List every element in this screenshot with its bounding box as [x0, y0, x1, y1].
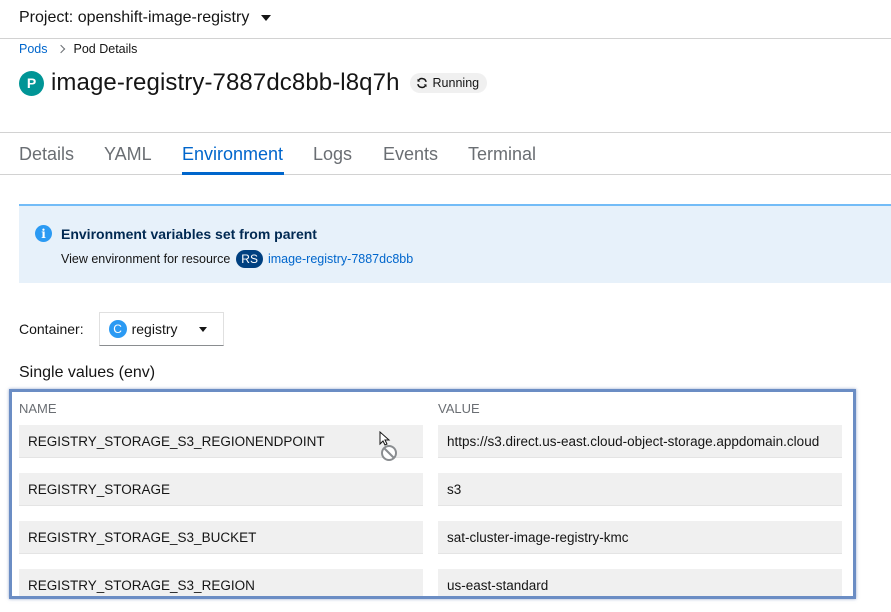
breadcrumb-current: Pod Details — [73, 42, 138, 56]
name-column-header: NAME — [19, 401, 57, 416]
env-name-field[interactable]: REGISTRY_STORAGE_S3_REGIONENDPOINT — [19, 425, 423, 458]
sync-icon — [416, 77, 427, 89]
project-bar: Project: openshift-image-registry — [0, 0, 891, 39]
pod-resource-badge: P — [19, 70, 44, 96]
env-name-field[interactable]: REGISTRY_STORAGE — [19, 473, 423, 506]
env-value-field[interactable]: us-east-standard — [438, 569, 842, 596]
container-row: Container: C registry — [19, 312, 224, 346]
env-name-field[interactable]: REGISTRY_STORAGE_S3_REGION — [19, 569, 423, 596]
container-dropdown[interactable]: C registry — [98, 312, 224, 346]
active-tab-indicator — [182, 172, 284, 175]
section-heading: Single values (env) — [19, 364, 156, 381]
breadcrumb-pods-link[interactable]: Pods — [19, 42, 48, 56]
table-row: REGISTRY_STORAGE_S3_REGION us-east-stand… — [19, 569, 845, 596]
env-value-field[interactable]: s3 — [438, 473, 842, 506]
project-label: Project: openshift-image-registry — [19, 9, 250, 26]
info-icon: i — [35, 225, 52, 242]
value-column-header: VALUE — [438, 401, 480, 416]
caret-down-icon — [198, 326, 207, 332]
container-badge: C — [108, 320, 127, 338]
env-name-field[interactable]: REGISTRY_STORAGE_S3_BUCKET — [19, 521, 423, 554]
tab-yaml[interactable]: YAML — [104, 144, 152, 165]
replicaset-badge: RS — [236, 250, 263, 268]
status-text: Running — [432, 76, 480, 90]
project-selector[interactable]: Project: openshift-image-registry — [19, 7, 272, 29]
container-label: Container: — [19, 321, 84, 337]
alert-body-text: View environment for resource — [61, 252, 231, 266]
tab-terminal[interactable]: Terminal — [468, 144, 536, 165]
caret-down-icon — [261, 15, 272, 21]
page-title: image-registry-7887dc8bb-l8q7h — [51, 69, 400, 96]
alert-title: Environment variables set from parent — [61, 226, 317, 242]
status-badge: Running — [409, 73, 488, 93]
breadcrumb: Pods Pod Details — [19, 41, 137, 57]
table-row: REGISTRY_STORAGE_S3_BUCKET sat-cluster-i… — [19, 521, 845, 554]
chevron-right-icon — [56, 44, 65, 54]
env-value-field[interactable]: https://s3.direct.us-east.cloud-object-s… — [438, 425, 842, 458]
info-alert: i Environment variables set from parent … — [19, 204, 891, 283]
tab-details[interactable]: Details — [19, 144, 74, 165]
table-row: REGISTRY_STORAGE s3 — [19, 473, 845, 506]
container-value: registry — [131, 321, 178, 337]
page-header: P image-registry-7887dc8bb-l8q7h Running — [19, 68, 488, 98]
tab-events[interactable]: Events — [383, 144, 438, 165]
env-table: NAME VALUE REGISTRY_STORAGE_S3_REGIONEND… — [9, 389, 856, 599]
not-allowed-cursor-icon — [379, 431, 397, 461]
tab-logs[interactable]: Logs — [313, 144, 352, 165]
table-row: REGISTRY_STORAGE_S3_REGIONENDPOINT https… — [19, 425, 845, 458]
resource-link[interactable]: image-registry-7887dc8bb — [268, 252, 413, 266]
tab-environment[interactable]: Environment — [182, 144, 283, 165]
alert-body: View environment for resource RS image-r… — [61, 250, 413, 268]
tab-bar: Details YAML Environment Logs Events Ter… — [0, 132, 891, 175]
env-value-field[interactable]: sat-cluster-image-registry-kmc — [438, 521, 842, 554]
